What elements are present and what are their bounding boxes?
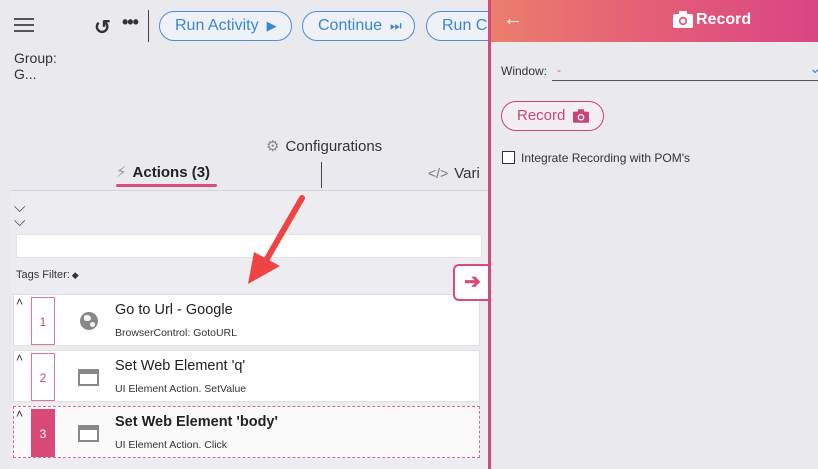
code-icon: </> [428,165,449,181]
play-icon: ▶ [266,18,277,33]
run-current-button[interactable]: Run C [426,11,490,41]
more-icon[interactable]: ••• [122,12,139,33]
fast-forward-icon: ⏭ [390,18,402,33]
arrow-right-icon[interactable]: ➔ [453,264,490,301]
record-button-label: Record [517,107,566,124]
configurations-label: Configurations [285,138,383,155]
pom-checkbox[interactable] [502,151,515,164]
continue-label: Continue [318,17,383,34]
record-panel-title: Record [696,11,752,28]
tags-filter-label: Tags Filter: [16,269,70,281]
expand-caret-icon[interactable]: ˄ [16,351,23,365]
action-title: Set Web Element 'body' [115,414,278,430]
hamburger-icon[interactable] [14,18,34,32]
bolt-icon: ⚡︎ [116,164,127,181]
double-chevron-down-icon[interactable]: ⌵ ⌵ [14,200,25,229]
action-title: Go to Url - Google [115,302,233,318]
chevron-down-icon: ⌄ [809,60,818,76]
camera-icon [673,11,693,28]
globe-icon [78,310,100,332]
arrow-left-icon[interactable]: ← [503,8,523,31]
window-select[interactable]: - ⌄ [552,60,818,81]
window-icon [78,366,100,388]
configurations-link[interactable]: ⚙ Configurations [266,137,382,155]
action-subtitle: BrowserControl: GotoURL [115,327,237,339]
window-icon [78,422,100,444]
record-button[interactable]: Record [501,101,604,131]
window-select-value: - [557,63,561,77]
action-number: 2 [31,353,55,401]
group-name: Group: G... [14,50,57,82]
tags-filter[interactable]: Tags Filter: ◆ [16,269,79,281]
tab-actions-label: Actions (3) [132,164,211,181]
window-label: Window: [501,64,548,78]
record-panel-header: ← Record [491,0,818,42]
tab-variables[interactable]: </> Vari [428,165,480,182]
annotation-arrow [248,195,305,284]
action-row[interactable]: ˄ 2 Set Web Element 'q' UI Element Actio… [13,350,480,402]
action-subtitle: UI Element Action. SetValue [115,383,247,395]
continue-button[interactable]: Continue ⏭ [302,11,415,41]
expand-caret-icon[interactable]: ˄ [16,295,23,309]
action-number: 3 [31,409,55,457]
action-subtitle: UI Element Action. Click [115,439,228,451]
tag-icon: ◆ [71,270,79,280]
action-number: 1 [31,297,55,345]
run-current-label: Run C [442,17,488,34]
undo-icon[interactable]: ↺ [94,15,111,40]
automate-panel: ↺ ••• Run Activity ▶ Continue ⏭ Run C Grou… [0,0,490,469]
expand-caret-icon[interactable]: ˄ [16,407,23,421]
tab-divider [321,162,322,188]
gear-icon: ⚙ [266,138,280,155]
action-row-selected[interactable]: ˄ 3 Set Web Element 'body' UI Element Ac… [13,406,480,458]
tab-variables-label: Vari [454,165,480,182]
run-activity-label: Run Activity [175,17,259,34]
action-title: Set Web Element 'q' [115,358,246,374]
record-panel: ← Record Window: - ⌄ Record Integrate Re… [488,0,818,469]
active-tab-indicator [116,184,217,187]
tab-actions[interactable]: ⚡︎ Actions (3) [116,163,210,181]
run-activity-button[interactable]: Run Activity ▶ [159,11,292,41]
action-row[interactable]: ˄ 1 Go to Url - Google BrowserControl: G… [13,294,480,346]
camera-icon [573,109,589,123]
pom-checkbox-label: Integrate Recording with POM's [521,151,691,165]
toolbar-divider [148,10,149,42]
